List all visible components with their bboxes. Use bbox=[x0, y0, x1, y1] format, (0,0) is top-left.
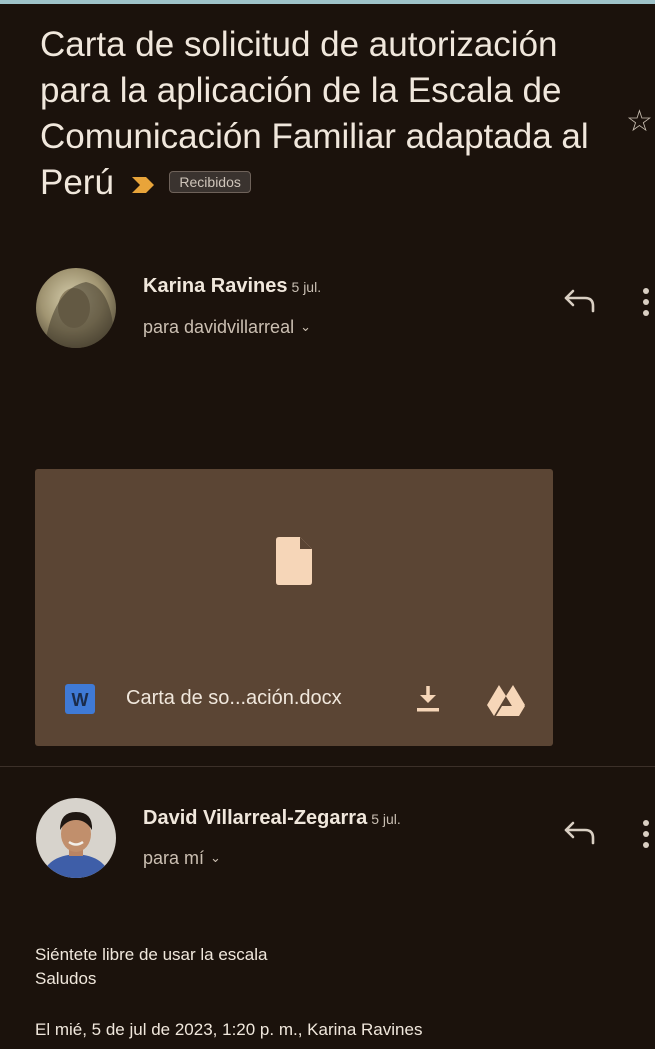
google-drive-icon[interactable] bbox=[487, 683, 525, 717]
importance-marker-icon[interactable] bbox=[130, 175, 156, 195]
chevron-down-icon: ⌄ bbox=[210, 850, 221, 865]
recipient-text: para mí bbox=[143, 848, 205, 868]
body-line: Siéntete libre de usar la escala bbox=[35, 945, 268, 964]
attachment-card[interactable]: W Carta de so...ación.docx bbox=[35, 469, 553, 746]
star-outline-icon[interactable]: ☆ bbox=[626, 104, 653, 139]
word-file-icon: W bbox=[65, 684, 95, 714]
sender-line: David Villarreal-Zegarra 5 jul. bbox=[143, 807, 401, 830]
recipient-text: para davidvillarreal bbox=[143, 317, 295, 337]
sender-name: Karina Ravines bbox=[143, 275, 288, 297]
sender-line: Karina Ravines 5 jul. bbox=[143, 275, 321, 298]
recipient-details-toggle[interactable]: para mí ⌄ bbox=[143, 848, 221, 869]
reply-icon[interactable] bbox=[563, 286, 599, 314]
message-body: Siéntete libre de usar la escala Saludos bbox=[35, 943, 267, 991]
reply-icon[interactable] bbox=[563, 818, 599, 846]
message-date: 5 jul. bbox=[291, 279, 322, 295]
top-accent-line bbox=[0, 0, 655, 4]
avatar[interactable] bbox=[36, 268, 116, 348]
svg-text:W: W bbox=[72, 690, 89, 710]
quoted-text-header: El mié, 5 de jul de 2023, 1:20 p. m., Ka… bbox=[35, 1020, 423, 1039]
attachment-file-name[interactable]: Carta de so...ación.docx bbox=[126, 687, 342, 710]
chevron-down-icon: ⌄ bbox=[300, 319, 311, 334]
more-options-icon[interactable] bbox=[641, 285, 651, 319]
subject-text: Carta de solicitud de autorización para … bbox=[40, 25, 589, 202]
body-line: Saludos bbox=[35, 969, 97, 988]
message-date: 5 jul. bbox=[371, 811, 401, 827]
sender-name: David Villarreal-Zegarra bbox=[143, 807, 368, 829]
more-options-icon[interactable] bbox=[641, 817, 651, 851]
thread-subject: Carta de solicitud de autorización para … bbox=[40, 22, 600, 206]
download-icon[interactable] bbox=[415, 684, 441, 714]
recipient-details-toggle[interactable]: para davidvillarreal ⌄ bbox=[143, 317, 311, 338]
message-divider bbox=[0, 766, 655, 767]
avatar[interactable] bbox=[36, 798, 116, 878]
document-icon bbox=[276, 537, 312, 585]
label-chip-recibidos[interactable]: Recibidos bbox=[169, 170, 251, 193]
